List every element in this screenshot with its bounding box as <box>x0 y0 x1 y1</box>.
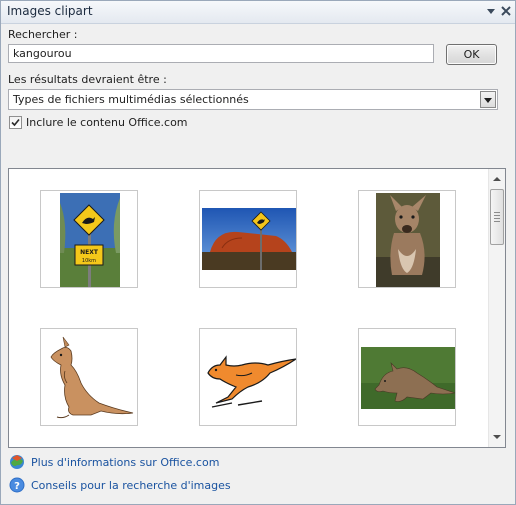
dropdown-arrow-icon[interactable] <box>480 91 496 108</box>
kangaroo-drawing-icon <box>43 331 137 425</box>
sign-subtext: 10km <box>82 258 96 264</box>
scroll-grip-line <box>494 221 500 222</box>
scroll-grip-line <box>494 212 500 213</box>
results-scrollbar[interactable] <box>488 169 505 447</box>
media-type-select-value: Types de fichiers multimédias sélectionn… <box>13 93 249 106</box>
results-list: NEXT 10km <box>8 168 506 448</box>
clipart-result[interactable] <box>199 328 297 426</box>
clipart-result[interactable] <box>358 328 456 426</box>
clipart-result[interactable] <box>199 190 297 288</box>
sign-text: NEXT <box>80 249 99 256</box>
uluru-kangaroo-sign-photo-icon <box>202 208 296 270</box>
kangaroo-road-sign-photo-icon: NEXT 10km <box>60 193 120 287</box>
office-info-link-text: Plus d'informations sur Office.com <box>31 456 220 469</box>
scroll-grip-line <box>494 215 500 216</box>
clipart-result[interactable]: NEXT 10km <box>40 190 138 288</box>
kangaroo-photo-icon <box>376 193 440 287</box>
svg-text:?: ? <box>14 481 20 492</box>
scroll-thumb[interactable] <box>490 189 504 245</box>
include-office-label: Inclure le contenu Office.com <box>26 116 188 129</box>
media-type-select[interactable]: Types de fichiers multimédias sélectionn… <box>8 89 498 110</box>
pane-options-chevron-icon[interactable] <box>484 3 498 19</box>
clipart-result[interactable] <box>40 328 138 426</box>
scroll-grip-line <box>494 218 500 219</box>
pane-title: Images clipart <box>7 4 93 18</box>
search-tips-link-text: Conseils pour la recherche d'images <box>31 479 231 492</box>
clipart-pane: Images clipart Rechercher : kangourou OK… <box>0 0 516 505</box>
search-input[interactable]: kangourou <box>8 44 434 63</box>
pane-titlebar: Images clipart <box>1 1 515 24</box>
ok-button[interactable]: OK <box>446 44 497 65</box>
office-globe-icon <box>9 454 25 470</box>
jumping-kangaroo-drawing-icon <box>202 343 296 413</box>
results-filter-label: Les résultats devraient être : <box>8 73 167 86</box>
scroll-down-icon[interactable] <box>489 429 505 445</box>
search-label: Rechercher : <box>8 28 78 41</box>
include-office-checkbox[interactable] <box>9 116 22 129</box>
close-icon[interactable] <box>499 3 513 19</box>
kangaroo-grass-photo-icon <box>361 347 455 409</box>
clipart-result[interactable] <box>358 190 456 288</box>
help-icon: ? <box>9 477 25 493</box>
scroll-up-icon[interactable] <box>489 171 505 187</box>
